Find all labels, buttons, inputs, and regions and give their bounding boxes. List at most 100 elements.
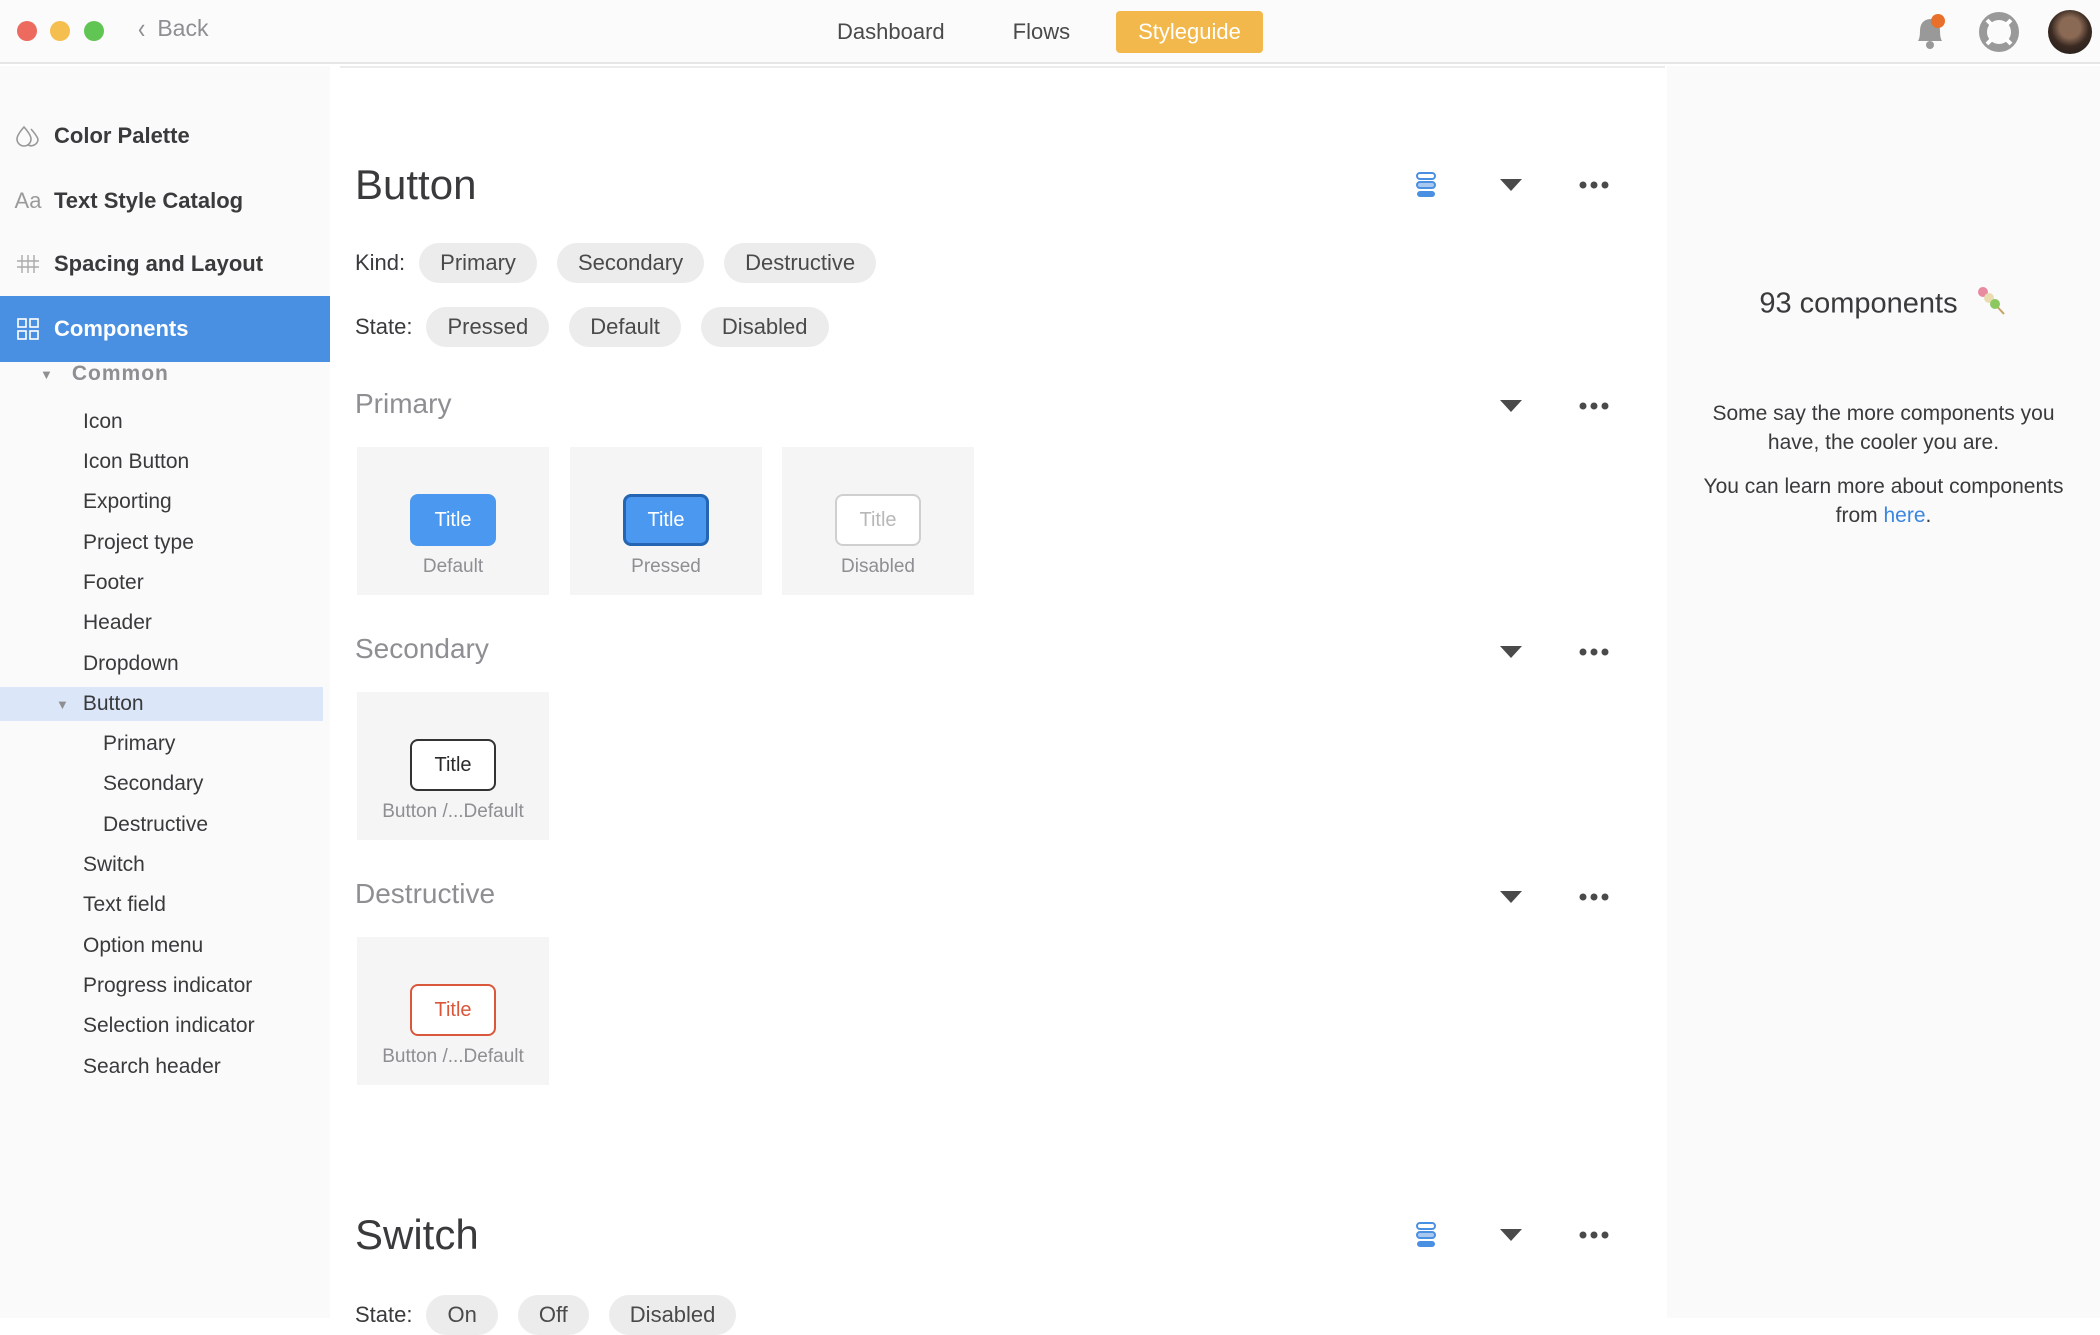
sidebar-item-label: Spacing and Layout (54, 251, 264, 276)
kind-chip-secondary[interactable]: Secondary (556, 243, 705, 283)
section-title-button: Button (355, 161, 477, 208)
tree-item-switch[interactable]: Switch (83, 848, 145, 882)
divider (340, 66, 1665, 68)
help-button[interactable] (1978, 11, 2020, 53)
component-card[interactable]: Title Button /...Default (357, 692, 549, 840)
sidebar-item-components[interactable]: Components (0, 296, 330, 362)
section-title-switch: Switch (355, 1211, 479, 1258)
state-chip-disabled[interactable]: Disabled (608, 1295, 737, 1335)
subsection-title-secondary: Secondary (355, 633, 489, 664)
back-button[interactable]: ‹ Back (138, 12, 208, 45)
title-bar: ‹ Back Dashboard Flows Styleguide (0, 0, 2100, 64)
more-button[interactable] (1579, 893, 1609, 901)
tree-item-header[interactable]: Header (83, 606, 152, 640)
avatar[interactable] (2048, 10, 2092, 54)
component-count: 93 components (1667, 284, 2100, 326)
collapse-button[interactable] (1499, 1228, 1523, 1242)
caret-down-icon (1500, 646, 1522, 658)
variants-button[interactable] (1415, 172, 1437, 198)
text-style-icon: Aa (14, 188, 42, 213)
tree-item-project-type[interactable]: Project type (83, 526, 194, 560)
tree-item-button[interactable]: ▼ Button (56, 687, 144, 721)
components-grid-icon (14, 318, 42, 340)
droplets-icon (14, 125, 42, 147)
more-button[interactable] (1579, 648, 1609, 656)
kind-chip-primary[interactable]: Primary (419, 243, 537, 283)
variants-button[interactable] (1415, 1222, 1437, 1248)
state-filter: State: Pressed Default Disabled (355, 307, 829, 347)
secondary-button-default[interactable]: Title (410, 739, 496, 791)
component-card[interactable]: Title Button /...Default (357, 937, 549, 1085)
collapse-button[interactable] (1499, 890, 1523, 904)
card-caption: Disabled (841, 556, 915, 577)
tree-item-destructive[interactable]: Destructive (103, 808, 208, 842)
more-button[interactable] (1579, 1231, 1609, 1239)
tree-item-exporting[interactable]: Exporting (83, 485, 172, 519)
tree-group-common[interactable]: ▼ Common (40, 362, 169, 386)
tree-item-footer[interactable]: Footer (83, 566, 144, 600)
state-chip-disabled[interactable]: Disabled (700, 307, 829, 347)
more-button[interactable] (1579, 402, 1609, 410)
state-chip-default[interactable]: Default (569, 307, 681, 347)
more-button[interactable] (1579, 181, 1609, 189)
tree-item-text-field[interactable]: Text field (83, 888, 166, 922)
tree-item-icon[interactable]: Icon (83, 405, 123, 439)
minimize-window-button[interactable] (50, 21, 70, 41)
tree-selection-highlight (0, 687, 323, 721)
bell-icon (1918, 14, 1945, 49)
notifications-button[interactable] (1910, 11, 1950, 53)
destructive-button-default[interactable]: Title (410, 984, 496, 1036)
tree-item-progress-indicator[interactable]: Progress indicator (83, 969, 252, 1003)
zoom-window-button[interactable] (84, 21, 104, 41)
sidebar-item-label: Text Style Catalog (54, 188, 244, 213)
sidebar-item-spacing-layout[interactable]: Spacing and Layout (0, 233, 330, 295)
sidebar-item-label: Components (54, 316, 189, 341)
collapse-button[interactable] (1499, 178, 1523, 192)
state-chip-off[interactable]: Off (517, 1295, 589, 1335)
component-count-text: 93 components (1759, 287, 1958, 320)
card-caption: Default (422, 556, 484, 577)
tree-item-dropdown[interactable]: Dropdown (83, 647, 179, 681)
collapse-button[interactable] (1499, 645, 1523, 659)
tree-item-secondary[interactable]: Secondary (103, 767, 203, 801)
close-window-button[interactable] (17, 21, 37, 41)
section-actions (1415, 1222, 1609, 1248)
tree-item-search-header[interactable]: Search header (83, 1050, 221, 1084)
sidebar-item-label: Color Palette (54, 123, 190, 148)
component-card[interactable]: Title Pressed (570, 447, 762, 595)
grid-lines-icon (14, 254, 42, 274)
primary-button-default[interactable]: Title (410, 494, 496, 546)
card-caption: Pressed (631, 556, 701, 577)
sidebar-item-text-style-catalog[interactable]: Aa Text Style Catalog (0, 170, 330, 232)
component-card[interactable]: Title Disabled (782, 447, 974, 595)
subsection-actions (1499, 890, 1609, 904)
collapse-button[interactable] (1499, 399, 1523, 413)
state-chip-pressed[interactable]: Pressed (426, 307, 550, 347)
state-label: State: (355, 314, 413, 339)
kind-filter: Kind: Primary Secondary Destructive (355, 243, 877, 283)
info-text-2-suffix: . (1925, 504, 1932, 527)
subsection-actions (1499, 399, 1609, 413)
triangle-down-icon: ▼ (56, 696, 69, 712)
sidebar-item-color-palette[interactable]: Color Palette (0, 105, 330, 167)
primary-button-pressed[interactable]: Title (623, 494, 709, 546)
learn-more-link[interactable]: here (1883, 504, 1925, 527)
switch-state-filter: State: On Off Disabled (355, 1295, 737, 1335)
subsection-actions (1499, 645, 1609, 659)
more-dots-icon (1579, 893, 1609, 901)
state-chip-on[interactable]: On (426, 1295, 498, 1335)
stack-icon (1416, 172, 1436, 197)
info-panel: 93 components Some say the more componen… (1667, 66, 2100, 1318)
nav-styleguide[interactable]: Styleguide (1116, 11, 1263, 53)
caret-down-icon (1500, 400, 1522, 412)
top-icons (1910, 10, 2092, 54)
nav-dashboard[interactable]: Dashboard (815, 11, 967, 53)
tree-item-option-menu[interactable]: Option menu (83, 929, 203, 963)
kind-chip-destructive[interactable]: Destructive (724, 243, 877, 283)
nav-flows[interactable]: Flows (991, 11, 1092, 53)
tree-item-primary[interactable]: Primary (103, 727, 175, 761)
tree-item-selection-indicator[interactable]: Selection indicator (83, 1009, 255, 1043)
tree-item-icon-button[interactable]: Icon Button (83, 445, 189, 479)
dango-icon (1974, 284, 2008, 326)
component-card[interactable]: Title Default (357, 447, 549, 595)
